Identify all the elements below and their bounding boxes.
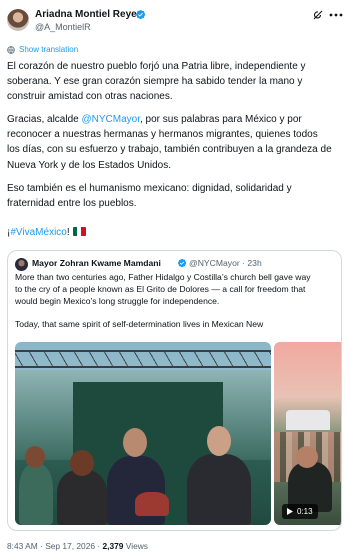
show-translation[interactable]: Show translation [7, 44, 78, 55]
mexico-flag-icon [72, 227, 86, 236]
video-duration-badge: 0:13 [282, 504, 318, 519]
post-time[interactable]: 8:43 AM [7, 541, 38, 551]
hashtag-link[interactable]: #VivaMéxico [10, 227, 67, 238]
post-hashtag-line: ¡#VivaMéxico! [7, 225, 345, 240]
play-icon [287, 508, 293, 515]
post-date[interactable]: Sep 17, 2026 [45, 541, 95, 551]
mention-link[interactable]: @NYCMayor [81, 114, 140, 125]
quoted-avatar[interactable] [15, 258, 28, 271]
views-count: 2,379 [102, 541, 124, 551]
views-label: Views [123, 541, 148, 551]
show-translation-link[interactable]: Show translation [19, 45, 78, 54]
photo-person [57, 470, 107, 525]
author-name[interactable]: Ariadna Montiel Reyes [35, 9, 142, 20]
globe-icon [7, 45, 15, 54]
photo-person-head [123, 428, 147, 457]
author-handle[interactable]: @A_MontielR [35, 22, 91, 32]
photo-person-head [70, 450, 94, 476]
photo-person [187, 454, 251, 525]
post-meta: 8:43 AM · Sep 17, 2026 · 2,379 Views [7, 541, 148, 551]
more-icon[interactable] [329, 13, 343, 17]
photo-red-folder [135, 492, 169, 516]
verified-badge-icon [177, 258, 187, 268]
post-paragraph-1: El corazón de nuestro pueblo forjó una P… [7, 61, 306, 103]
verified-badge-icon [136, 9, 146, 20]
photo-person-head [207, 426, 231, 456]
quoted-text: More than two centuries ago, Father Hida… [15, 272, 311, 330]
quoted-handle-time: @NYCMayor · 23h [189, 258, 262, 268]
quoted-post[interactable]: Mayor Zohran Kwame Mamdani @NYCMayor · 2… [7, 250, 342, 531]
video-tent [286, 410, 330, 430]
post-header: Ariadna Montiel Reyes @A_MontielR [0, 0, 350, 38]
avatar[interactable] [7, 9, 29, 31]
post-paragraph-2: Gracias, alcalde @NYCMayor, por sus pala… [7, 114, 332, 171]
photo-lighting-rig [15, 350, 271, 368]
grok-icon[interactable] [312, 9, 324, 21]
photo-person [19, 464, 53, 525]
post-paragraph-3: Eso también es el humanismo mexicano: di… [7, 183, 292, 210]
quoted-video[interactable]: 0:13 [274, 342, 341, 525]
video-person-head [296, 446, 318, 468]
quoted-photo[interactable] [15, 342, 271, 525]
quoted-author-name: Mayor Zohran Kwame Mamdani [32, 258, 161, 268]
photo-person-head [25, 446, 45, 468]
